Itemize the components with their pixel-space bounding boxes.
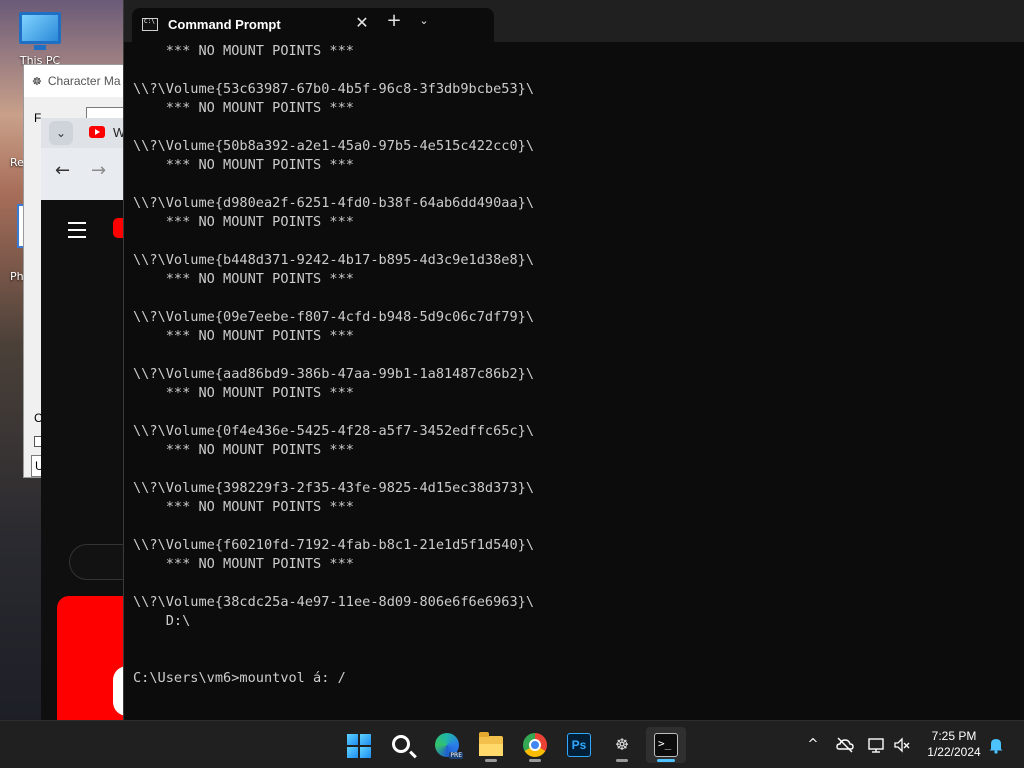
- chevron-down-icon[interactable]: ⌄: [412, 14, 436, 27]
- running-indicator: [616, 759, 628, 762]
- taskbar-character-map[interactable]: ☸: [602, 727, 642, 763]
- folder-icon: [479, 732, 503, 756]
- taskbar-chrome[interactable]: [515, 727, 555, 763]
- terminal-tabbar: Command Prompt ✕ + ⌄: [124, 0, 1024, 42]
- cmd-icon: [142, 18, 158, 31]
- terminal-line: *** NO MOUNT POINTS ***: [133, 271, 354, 287]
- taskbar-edge[interactable]: [427, 727, 467, 763]
- terminal-line: *** NO MOUNT POINTS ***: [133, 157, 354, 173]
- terminal-line: \\?\Volume{53c63987-67b0-4b5f-96c8-3f3db…: [133, 81, 535, 97]
- start-button[interactable]: [338, 727, 378, 763]
- terminal-line: D:\: [133, 613, 191, 629]
- chrome-icon: [523, 733, 547, 757]
- search-button[interactable]: [382, 727, 422, 763]
- monitor-icon: [19, 12, 61, 50]
- taskbar-terminal[interactable]: >_: [646, 727, 686, 763]
- network-icon[interactable]: [866, 735, 886, 755]
- terminal-line: *** NO MOUNT POINTS ***: [133, 499, 354, 515]
- tab-command-prompt[interactable]: Command Prompt ✕: [132, 8, 494, 42]
- terminal-line: \\?\Volume{398229f3-2f35-43fe-9825-4d15e…: [133, 480, 535, 496]
- terminal-line: *** NO MOUNT POINTS ***: [133, 328, 354, 344]
- terminal-window: Command Prompt ✕ + ⌄ *** NO MOUNT POINTS…: [123, 0, 1024, 720]
- terminal-line: *** NO MOUNT POINTS ***: [133, 214, 354, 230]
- desktop-icon-label: Re: [10, 156, 24, 169]
- running-indicator: [657, 759, 675, 762]
- terminal-line: \\?\Volume{d980ea2f-6251-4fd0-b38f-64ab6…: [133, 195, 535, 211]
- running-indicator: [485, 759, 497, 762]
- terminal-line: \\?\Volume{0f4e436e-5425-4f28-a5f7-3452e…: [133, 423, 535, 439]
- terminal-line: \\?\Volume{aad86bd9-386b-47aa-99b1-1a814…: [133, 366, 535, 382]
- tab-search-button[interactable]: ⌄: [49, 121, 73, 145]
- notification-bell-icon[interactable]: [986, 735, 1006, 755]
- terminal-line: \\?\Volume{b448d371-9242-4b17-b895-4d3c9…: [133, 252, 535, 268]
- photoshop-icon: Ps: [567, 733, 591, 757]
- forward-arrow-icon[interactable]: →: [91, 160, 106, 181]
- taskbar-photoshop[interactable]: Ps: [559, 727, 599, 763]
- terminal-icon: >_: [654, 733, 678, 757]
- running-indicator: [529, 759, 541, 762]
- terminal-line: *** NO MOUNT POINTS ***: [133, 43, 354, 59]
- edge-beta-icon: [435, 733, 463, 759]
- menu-icon[interactable]: [68, 222, 86, 243]
- close-icon[interactable]: ✕: [350, 13, 374, 32]
- onedrive-offline-icon[interactable]: [835, 735, 855, 755]
- terminal-line: \\?\Volume{f60210fd-7192-4fab-b8c1-21e1d…: [133, 537, 535, 553]
- window-title: Character Ma: [47, 74, 121, 88]
- tab-title: Command Prompt: [168, 17, 281, 32]
- new-tab-button[interactable]: +: [382, 12, 406, 30]
- terminal-line: *** NO MOUNT POINTS ***: [133, 385, 354, 401]
- terminal-line: *** NO MOUNT POINTS ***: [133, 442, 354, 458]
- taskbar-file-explorer[interactable]: [471, 727, 511, 763]
- volume-muted-icon[interactable]: [892, 735, 912, 755]
- terminal-line: *** NO MOUNT POINTS ***: [133, 556, 354, 572]
- desktop-icon-label: Ph: [10, 270, 24, 283]
- terminal-line: \\?\Volume{38cdc25a-4e97-11ee-8d09-806e6…: [133, 594, 535, 610]
- system-clock[interactable]: 7:25 PM 1/22/2024: [918, 728, 990, 760]
- taskbar: Ps ☸ >_ ^ 7:25 PM 1/22/2024: [0, 720, 1024, 768]
- terminal-output[interactable]: *** NO MOUNT POINTS *** \\?\Volume{53c639…: [133, 42, 1024, 720]
- windows-logo-icon: [347, 734, 371, 758]
- desktop-icon-this-pc[interactable]: This PC: [14, 12, 66, 67]
- search-icon: [392, 735, 410, 753]
- clock-date: 1/22/2024: [927, 745, 981, 759]
- terminal-line: C:\Users\vm6>mountvol á: /: [133, 670, 346, 686]
- chevron-up-icon[interactable]: ^: [803, 735, 823, 755]
- terminal-line: *** NO MOUNT POINTS ***: [133, 100, 354, 116]
- back-arrow-icon[interactable]: ←: [55, 160, 70, 181]
- clock-time: 7:25 PM: [931, 729, 977, 743]
- character-map-icon: ☸: [614, 735, 630, 754]
- terminal-line: \\?\Volume{09e7eebe-f807-4cfd-b948-5d9c0…: [133, 309, 535, 325]
- youtube-favicon-icon: [89, 126, 105, 138]
- terminal-line: \\?\Volume{50b8a392-a2e1-45a0-97b5-4e515…: [133, 138, 535, 154]
- character-map-icon: ☸: [32, 75, 42, 88]
